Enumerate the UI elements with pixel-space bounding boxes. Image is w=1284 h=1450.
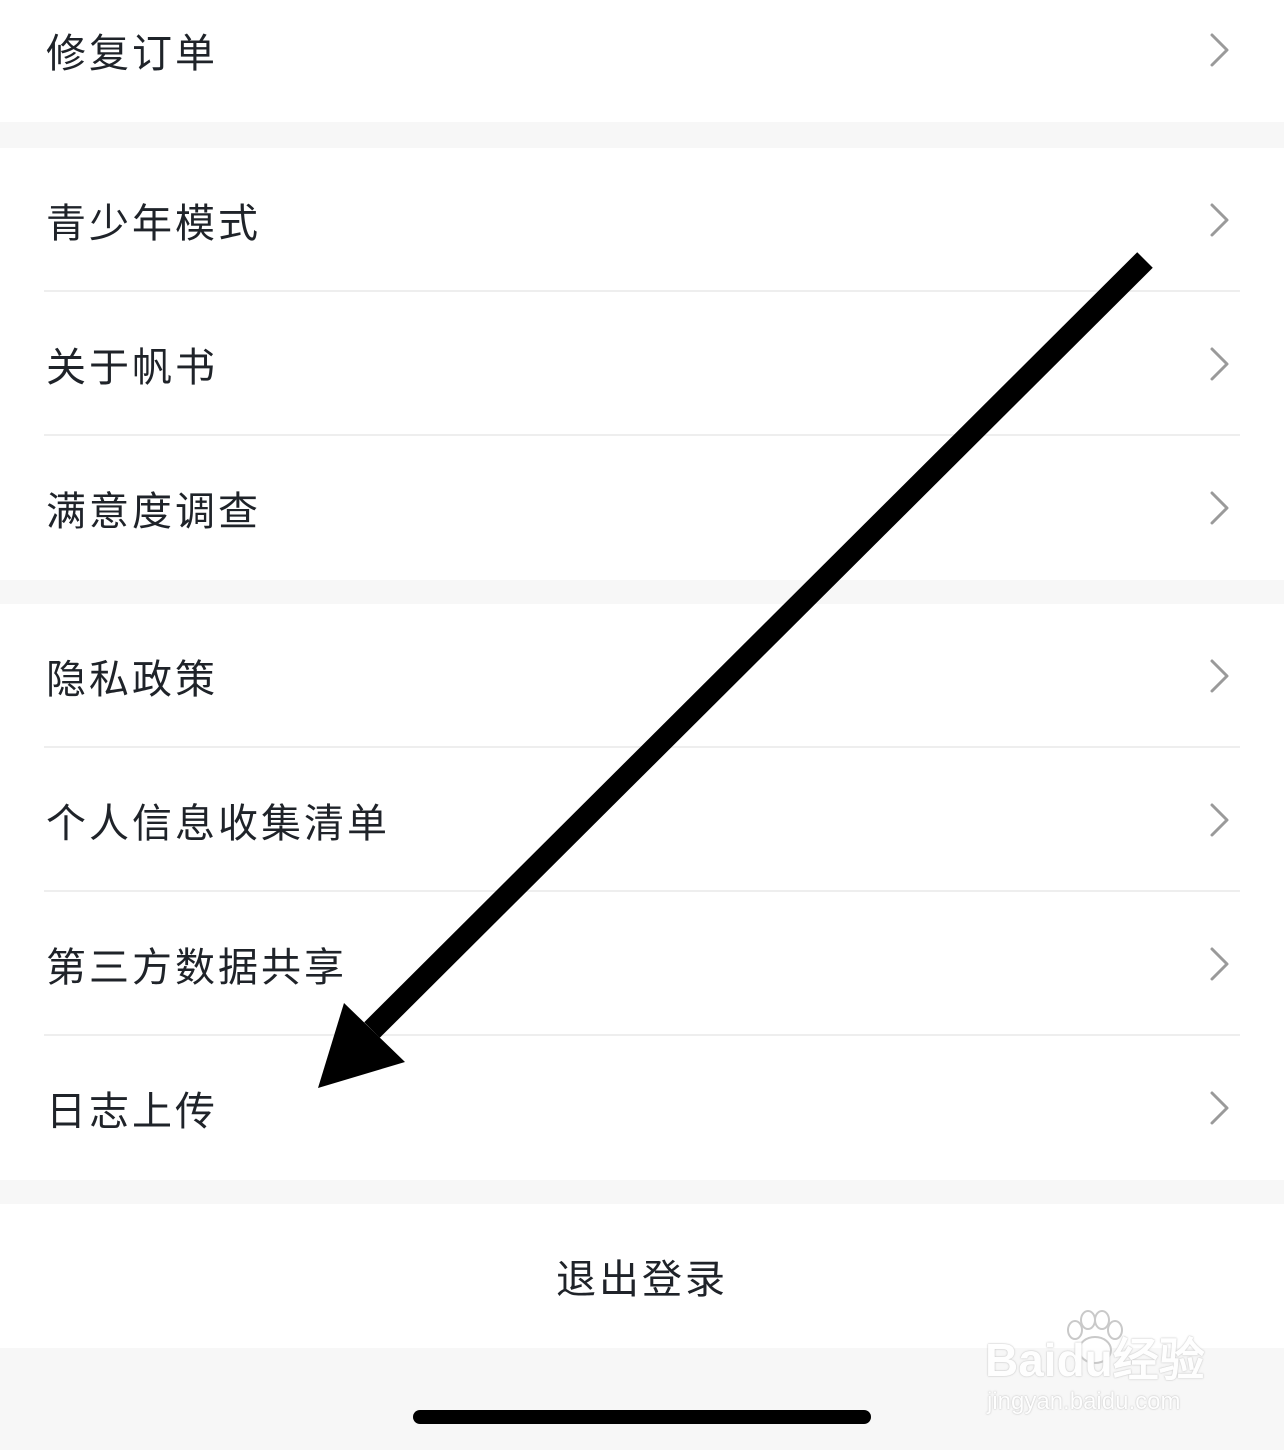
chevron-right-icon	[1210, 33, 1229, 67]
chevron-right-icon	[1210, 347, 1229, 381]
chevron-right-icon	[1210, 803, 1229, 837]
watermark: Baidu经验 jingyan.baidu.com	[985, 1310, 1225, 1420]
menu-item-label: 隐私政策	[46, 657, 218, 703]
menu-item-personal-info-list[interactable]: 个人信息收集清单	[0, 748, 1284, 892]
menu-item-log-upload[interactable]: 日志上传	[0, 1036, 1284, 1180]
menu-item-label: 第三方数据共享	[46, 945, 347, 991]
chevron-right-icon	[1210, 659, 1229, 693]
home-indicator	[413, 1410, 871, 1424]
menu-item-label: 关于帆书	[46, 345, 218, 391]
watermark-domain: jingyan.baidu.com	[987, 1388, 1181, 1415]
menu-item-label: 个人信息收集清单	[46, 801, 390, 847]
settings-group-2: 青少年模式 关于帆书 满意度调查	[0, 148, 1284, 580]
menu-item-label: 满意度调查	[46, 489, 261, 535]
menu-item-repair-order[interactable]: 修复订单	[0, 0, 1284, 122]
menu-item-label: 修复订单	[46, 31, 218, 77]
chevron-right-icon	[1210, 1091, 1229, 1125]
menu-item-label: 日志上传	[46, 1089, 218, 1135]
settings-group-3: 隐私政策 个人信息收集清单 第三方数据共享 日志上传	[0, 604, 1284, 1180]
chevron-right-icon	[1210, 947, 1229, 981]
logout-label: 退出登录	[556, 1257, 728, 1303]
menu-item-about[interactable]: 关于帆书	[0, 292, 1284, 436]
menu-item-third-party-sharing[interactable]: 第三方数据共享	[0, 892, 1284, 1036]
chevron-right-icon	[1210, 491, 1229, 525]
menu-item-satisfaction-survey[interactable]: 满意度调查	[0, 436, 1284, 580]
menu-item-label: 青少年模式	[46, 201, 261, 247]
watermark-brand: Baidu经验	[985, 1334, 1205, 1386]
menu-item-privacy-policy[interactable]: 隐私政策	[0, 604, 1284, 748]
chevron-right-icon	[1210, 203, 1229, 237]
settings-group-1: 修复订单	[0, 0, 1284, 122]
menu-item-youth-mode[interactable]: 青少年模式	[0, 148, 1284, 292]
